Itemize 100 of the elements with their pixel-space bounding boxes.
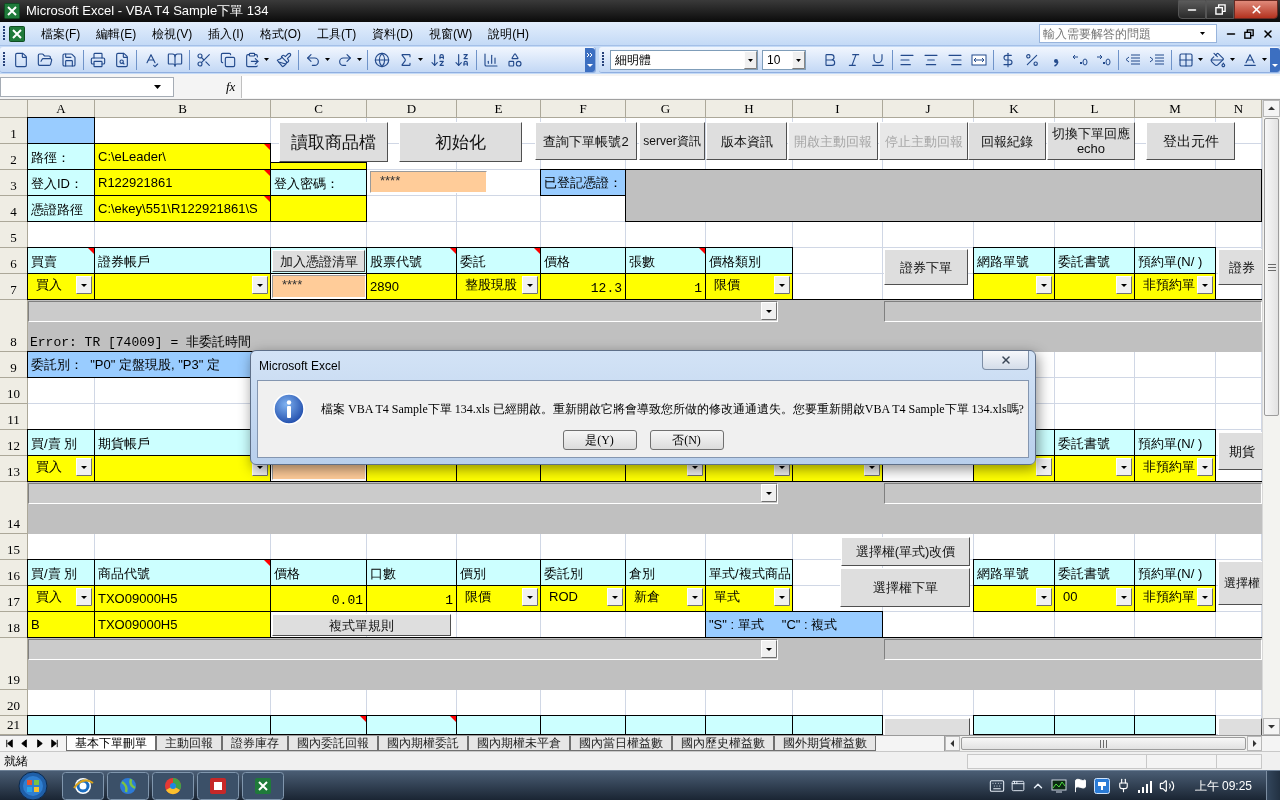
paint-bucket-icon[interactable] [1210, 51, 1226, 68]
first-sheet-icon[interactable] [4, 738, 15, 749]
logout-button[interactable]: 登出元件 [1146, 122, 1235, 160]
scroll-thumb[interactable] [961, 737, 1246, 750]
merge-center-icon[interactable] [971, 51, 987, 68]
dropdown-arrow-icon[interactable] [607, 588, 623, 606]
dropdown[interactable]: 買入 [27, 273, 95, 300]
row-header[interactable]: 18 [0, 612, 28, 638]
spreadsheet-app-icon[interactable] [242, 771, 284, 800]
row-header[interactable]: 5 [0, 222, 28, 248]
function-label[interactable]: fx [226, 76, 236, 97]
menu-item[interactable]: 說明(H) [480, 24, 537, 43]
dropdown-caret-icon[interactable] [154, 84, 161, 89]
column-header[interactable]: F [541, 100, 626, 118]
sheet-tab[interactable]: 國內期權委託 [378, 736, 468, 751]
row-header[interactable]: 19 [0, 638, 28, 690]
column-header[interactable]: A [28, 100, 95, 118]
grip-lines-icon[interactable] [1267, 263, 1276, 271]
row-header[interactable]: 6 [0, 248, 28, 274]
dropdown-arrow-icon[interactable] [1116, 588, 1132, 606]
dropdown-arrow-icon[interactable] [1036, 276, 1052, 294]
dropdown-arrow-icon[interactable] [1197, 588, 1213, 606]
sheet-tab[interactable]: 國內當日權益數 [570, 736, 672, 751]
text-field[interactable] [884, 639, 1262, 660]
monitor-chart-icon[interactable] [1050, 777, 1067, 794]
column-header[interactable]: J [883, 100, 974, 118]
dropdown-arrow-icon[interactable] [1116, 458, 1132, 476]
ring-app-icon[interactable] [62, 771, 104, 800]
row-header[interactable]: 4 [0, 196, 28, 222]
column-header[interactable]: C [271, 100, 367, 118]
globe-app-icon[interactable] [107, 771, 149, 800]
new-file-icon[interactable] [13, 51, 29, 68]
dropdown[interactable]: 買入 [27, 585, 95, 612]
initialize-button[interactable]: 初始化 [399, 122, 522, 162]
option-button[interactable]: 選擇權 [1218, 561, 1262, 605]
dropdown[interactable]: 限價 [456, 585, 541, 612]
dropdown-arrow-icon[interactable] [1036, 458, 1052, 476]
dropdown-arrow-icon[interactable] [76, 458, 92, 476]
last-sheet-icon[interactable] [49, 738, 60, 749]
dropdown-arrow-icon[interactable] [252, 276, 268, 294]
dropdown[interactable]: 00 [1054, 585, 1135, 612]
dropdown-caret-icon[interactable] [1230, 58, 1235, 61]
dropdown[interactable]: 非預約單 [1134, 273, 1216, 300]
toolbar-options-icon[interactable] [1270, 47, 1280, 72]
futures-button[interactable]: 期貨 [1218, 432, 1262, 470]
next-sheet-icon[interactable] [34, 738, 45, 749]
row-header[interactable]: 17 [0, 586, 28, 612]
dropdown-arrow-icon[interactable] [761, 302, 777, 320]
row-header[interactable]: 16 [0, 560, 28, 586]
dollar-icon[interactable] [1000, 51, 1016, 68]
book-icon[interactable] [167, 51, 183, 68]
font-size-field[interactable]: 10 [762, 49, 806, 70]
close-icon[interactable] [1262, 27, 1274, 40]
dropdown-arrow-icon[interactable] [1197, 276, 1213, 294]
row-header[interactable]: 13 [0, 456, 28, 482]
dropdown[interactable]: 非預約單 [1134, 585, 1216, 612]
dropdown-arrow-icon[interactable] [774, 588, 790, 606]
text-field[interactable] [884, 483, 1262, 504]
globe-icon[interactable] [374, 51, 390, 68]
dropdown-caret-icon[interactable] [325, 58, 330, 61]
sheet-tab[interactable]: 國外期貨權益數 [774, 736, 876, 751]
open-folder-icon[interactable] [37, 51, 53, 68]
dropdown[interactable] [1054, 273, 1135, 300]
keyboard-icon[interactable] [988, 777, 1005, 794]
toggle-echo-button[interactable]: 切換下單回應 echo [1047, 122, 1135, 160]
menu-item[interactable]: 格式(O) [251, 24, 309, 43]
spell-check-icon[interactable] [143, 51, 159, 68]
menu-item[interactable]: 編輯(E) [88, 24, 145, 43]
horizontal-scrollbar[interactable] [944, 736, 1262, 751]
row-header[interactable]: 9 [0, 352, 28, 378]
redo-icon[interactable] [337, 51, 353, 68]
dropdown-arrow-icon[interactable] [792, 50, 805, 69]
dropdown[interactable]: ROD [540, 585, 626, 612]
cut-icon[interactable] [196, 51, 212, 68]
dropdown-arrow-icon[interactable] [1036, 588, 1052, 606]
dropdown[interactable] [94, 273, 271, 300]
italic-icon[interactable] [846, 51, 862, 68]
menu-item[interactable]: 工具(T) [309, 24, 365, 43]
row-header[interactable]: 14 [0, 482, 28, 534]
dropdown-caret-icon[interactable] [418, 58, 423, 61]
column-header[interactable]: D [367, 100, 457, 118]
dropdown-arrow-icon[interactable] [1116, 276, 1132, 294]
increase-indent-icon[interactable] [1149, 51, 1165, 68]
sheet-tab[interactable]: 主動回報 [156, 736, 222, 751]
row-header[interactable]: 10 [0, 378, 28, 404]
close-button[interactable] [982, 351, 1029, 370]
sheet-tab[interactable]: 基本下單刪單 [66, 736, 156, 751]
row-header[interactable]: 1 [0, 118, 28, 144]
row-header[interactable]: 15 [0, 534, 28, 560]
dropdown-arrow-icon[interactable] [744, 50, 757, 69]
sheet-tab[interactable]: 國內歷史權益數 [672, 736, 774, 751]
dropdown-caret-icon[interactable] [1200, 32, 1205, 35]
dropdown-caret-icon[interactable] [264, 58, 269, 61]
dialog-button[interactable]: 是(Y) [562, 430, 637, 450]
show-desktop-button[interactable] [1266, 770, 1280, 800]
dropdown-arrow-icon[interactable] [522, 276, 538, 294]
column-header[interactable]: H [706, 100, 793, 118]
underline-icon[interactable] [870, 51, 886, 68]
scroll-thumb[interactable] [1264, 118, 1279, 416]
start-orb-icon[interactable] [18, 770, 48, 800]
